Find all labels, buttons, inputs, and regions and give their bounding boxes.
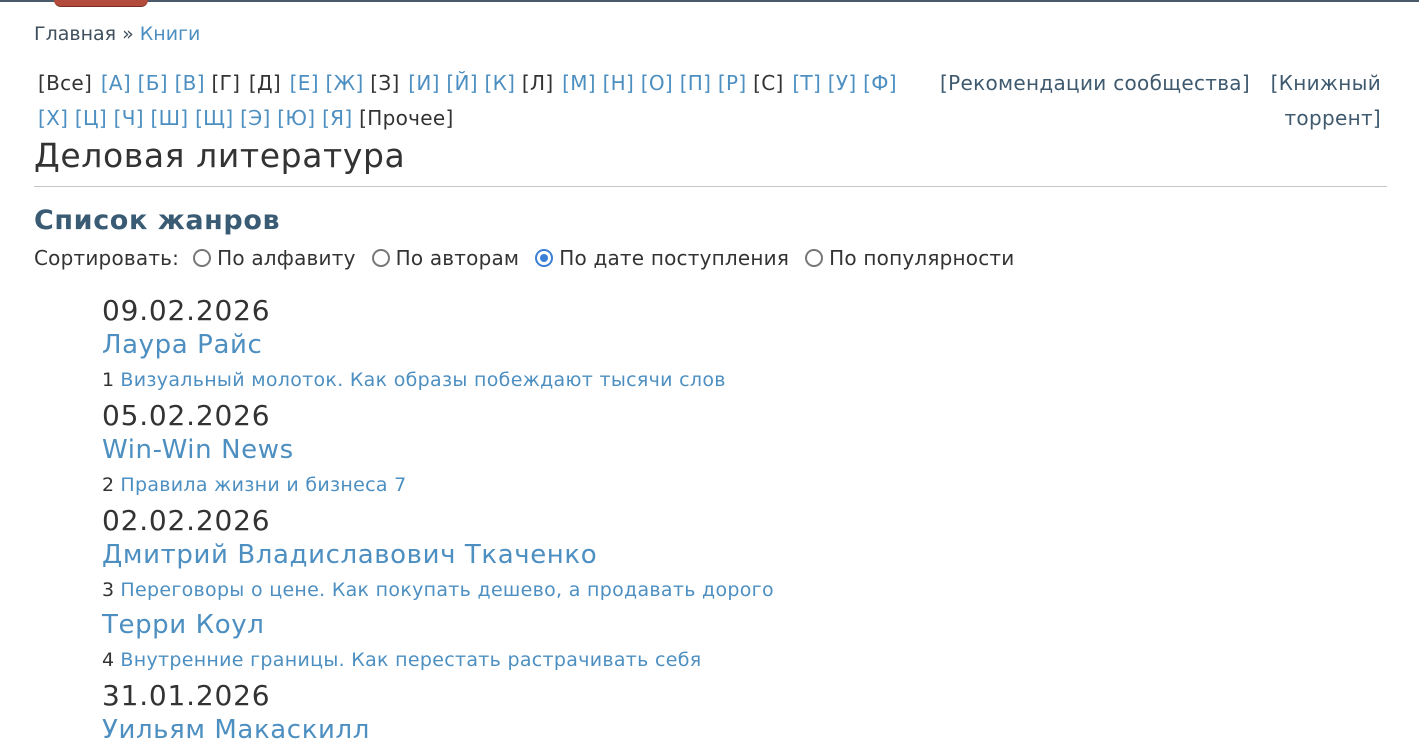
sort-option-label: По популярности [829, 246, 1015, 270]
alphabet-letter[interactable]: [Ч] [114, 106, 144, 130]
sort-label: Сортировать: [34, 246, 180, 270]
author-link[interactable]: Уильям Макаскилл [102, 713, 1302, 748]
sort-option-label: По авторам [395, 246, 520, 270]
alphabet-letter: [Прочее] [359, 106, 454, 130]
community-recommendations-link[interactable]: [Рекомендации сообщества] [940, 66, 1250, 101]
sort-option[interactable]: По популярности [805, 244, 1014, 272]
alphabet-letter: [Все] [38, 71, 93, 95]
alphabet-letter[interactable]: [Й] [446, 71, 477, 95]
alphabet-letter: [Л] [521, 71, 554, 95]
top-border [0, 0, 1419, 2]
breadcrumb: Главная » Книги [34, 22, 200, 46]
book-title-link[interactable]: Переговоры о цене. Как покупать дешево, … [120, 579, 774, 601]
date-heading: 31.01.2026 [102, 679, 271, 712]
book-title-link[interactable]: Внутренние границы. Как перестать растра… [120, 649, 701, 671]
sort-option[interactable]: По дате поступления [535, 244, 789, 272]
page-title: Деловая литература [34, 136, 406, 175]
sort-radio[interactable] [805, 249, 824, 267]
author-link[interactable]: Терри Коул [102, 608, 1302, 643]
alphabet-letter[interactable]: [Щ] [195, 106, 233, 130]
alphabet-letter[interactable]: [Э] [240, 106, 270, 130]
sort-bar: Сортировать: По алфавиту По авторам По дат… [34, 244, 1030, 272]
alphabet-letter[interactable]: [Н] [603, 71, 635, 95]
breadcrumb-separator: » [122, 23, 134, 45]
book-torrent-link[interactable]: [Книжный торрент] [1251, 66, 1381, 136]
sort-radio[interactable] [371, 249, 390, 267]
alphabet-letter: [Г] [211, 71, 241, 95]
title-divider [34, 186, 1387, 187]
section-title: Список жанров [34, 205, 281, 236]
sort-option-label: По алфавиту [217, 246, 356, 270]
site-logo[interactable] [54, 0, 148, 7]
date-heading: 02.02.2026 [102, 504, 271, 537]
alphabet-letter[interactable]: [Р] [718, 71, 747, 95]
alphabet-letter[interactable]: [О] [641, 71, 673, 95]
book-row: 2 Правила жизни и бизнеса 7 [102, 468, 1302, 503]
sort-radio[interactable] [535, 249, 554, 267]
author-link[interactable]: Дмитрий Владиславович Ткаченко [102, 538, 1302, 573]
book-torrent-link-line2: торрент] [1284, 106, 1381, 130]
book-number: 4 [102, 649, 115, 671]
alphabet-letter[interactable]: [И] [408, 71, 439, 95]
sort-option-label: По дате поступления [559, 246, 790, 270]
book-row: 3 Переговоры о цене. Как покупать дешево,… [102, 573, 1302, 608]
alphabet-letter[interactable]: [Е] [290, 71, 319, 95]
book-row: 1 Визуальный молоток. Как образы побеждаю… [102, 363, 1302, 398]
book-number: 3 [102, 579, 115, 601]
date-heading: 09.02.2026 [102, 294, 271, 327]
date-heading: 05.02.2026 [102, 399, 271, 432]
alphabet-letter[interactable]: [Ц] [75, 106, 107, 130]
alphabet-letter[interactable]: [Ш] [151, 106, 189, 130]
alphabet-letter[interactable]: [В] [175, 71, 205, 95]
alphabet-letter[interactable]: [Ж] [326, 71, 364, 95]
alphabet-letter[interactable]: [Ю] [277, 106, 315, 130]
breadcrumb-home-link[interactable]: Главная [34, 23, 116, 45]
new-books-list: 09.02.2026 Лаура Райс 1 Визуальный молоток.… [102, 293, 1302, 748]
book-row: 4 Внутренние границы. Как перестать растр… [102, 643, 1302, 678]
alphabet-letter[interactable]: [Ф] [863, 71, 897, 95]
alphabet-letter[interactable]: [П] [680, 71, 712, 95]
alphabet-letter[interactable]: [М] [562, 71, 596, 95]
alphabet-letter[interactable]: [У] [828, 71, 857, 95]
author-link[interactable]: Лаура Райс [102, 328, 1302, 363]
alphabet-letter[interactable]: [К] [485, 71, 516, 95]
sort-radio[interactable] [193, 249, 212, 267]
book-torrent-link-line1: [Книжный [1270, 71, 1381, 95]
alphabet-letter[interactable]: [Х] [38, 106, 68, 130]
book-title-link[interactable]: Правила жизни и бизнеса 7 [120, 474, 406, 496]
alphabet-letter[interactable]: [Т] [792, 71, 821, 95]
breadcrumb-books-link[interactable]: Книги [140, 23, 201, 45]
alphabet-letter[interactable]: [Я] [322, 106, 352, 130]
sort-option[interactable]: По алфавиту [193, 244, 356, 272]
alphabet-letter[interactable]: [А] [101, 71, 131, 95]
book-number: 2 [102, 474, 115, 496]
book-title-link[interactable]: Визуальный молоток. Как образы побеждают… [120, 369, 725, 391]
sort-option[interactable]: По авторам [371, 244, 520, 272]
alphabet-filter: [Все] [А] [Б] [В] [Г] [Д] [Е] [Ж] [З] [И… [38, 66, 918, 136]
author-link[interactable]: Win-Win News [102, 433, 1302, 468]
alphabet-letter: [С] [753, 71, 784, 95]
alphabet-letter: [Д] [248, 71, 281, 95]
alphabet-letter[interactable]: [Б] [138, 71, 168, 95]
alphabet-letter: [З] [370, 71, 400, 95]
book-number: 1 [102, 369, 115, 391]
